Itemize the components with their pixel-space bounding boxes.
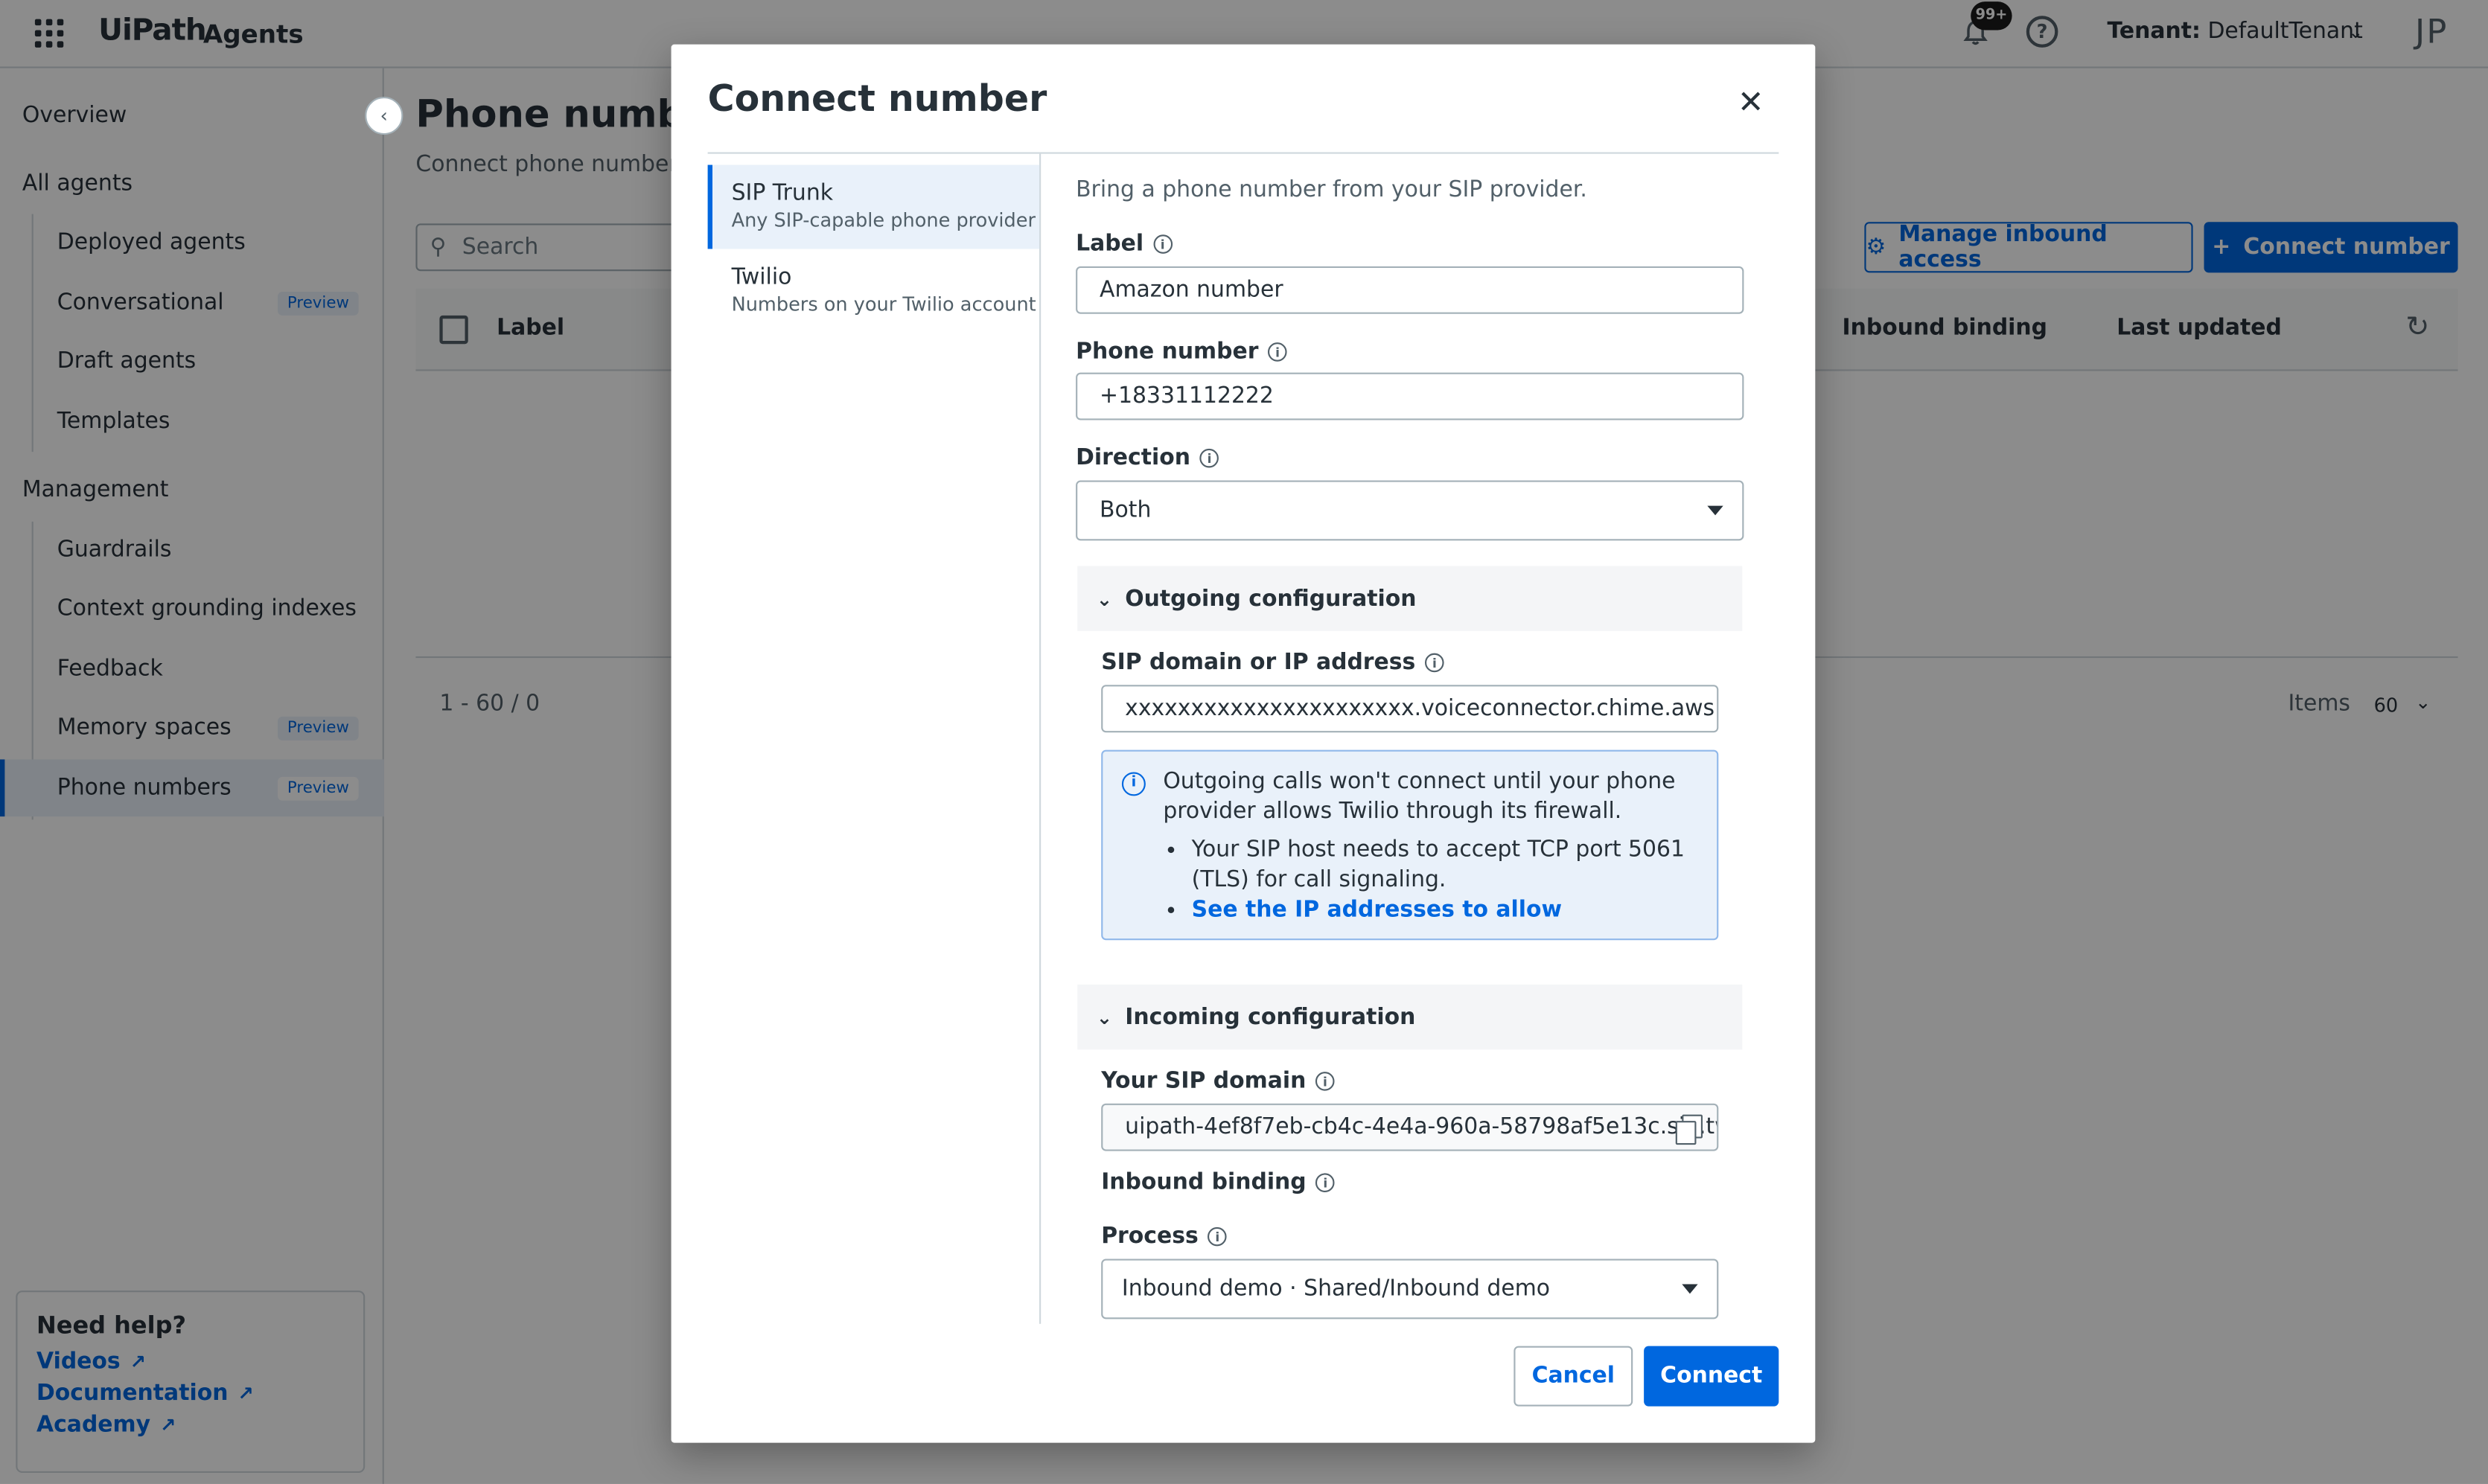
chevron-down-icon: ⌄ (1096, 1005, 1113, 1029)
app-stage: UiPath Agents 99+ ? Tenant: DefaultTenan… (0, 0, 2488, 1484)
link-label: See the IP addresses to allow (1191, 897, 1563, 923)
caret-down-icon (1682, 1284, 1698, 1294)
copy-icon[interactable] (1675, 1114, 1703, 1145)
provider-desc: Numbers on your Twilio account (731, 293, 1036, 316)
connect-number-dialog: Connect number ✕ SIP Trunk Any SIP-capab… (671, 44, 1816, 1443)
field-label-text: Phone number (1076, 339, 1259, 365)
input-value: Amazon number (1100, 277, 1283, 303)
dialog-divider (707, 152, 1779, 154)
process-label: Process i (1101, 1224, 1228, 1250)
direction-select[interactable]: Both (1076, 480, 1744, 541)
provider-name: Twilio (731, 264, 792, 290)
label-input[interactable]: Amazon number (1076, 266, 1744, 314)
info-icon: i (1121, 772, 1146, 796)
phone-number-input[interactable]: +18331112222 (1076, 372, 1744, 420)
select-value: Both (1100, 497, 1152, 523)
select-value: Inbound demo · Shared/Inbound demo (1121, 1276, 1551, 1302)
form-intro: Bring a phone number from your SIP provi… (1076, 177, 1587, 203)
field-label-text: Label (1076, 231, 1144, 258)
info-icon[interactable]: i (1315, 1072, 1335, 1091)
inbound-binding-label: Inbound binding i (1101, 1170, 1336, 1196)
provider-name: SIP Trunk (731, 180, 834, 206)
info-icon[interactable]: i (1199, 448, 1219, 468)
sip-domain-label: SIP domain or IP address i (1101, 650, 1444, 676)
your-sip-domain-field[interactable]: uipath-4ef8f7eb-cb4c-4e4a-960a-58798af5e… (1101, 1103, 1719, 1151)
outgoing-config-toggle[interactable]: ⌄ Outgoing configuration (1077, 566, 1743, 631)
info-icon[interactable]: i (1315, 1173, 1336, 1192)
callout-bullet: Your SIP host needs to accept TCP port 5… (1192, 836, 1698, 896)
section-title: Outgoing configuration (1125, 586, 1417, 612)
chevron-down-icon: ⌄ (1096, 587, 1113, 610)
direction-field-label: Direction i (1076, 446, 1219, 471)
cancel-button[interactable]: Cancel (1513, 1346, 1633, 1407)
phone-field-label: Phone number i (1076, 339, 1287, 365)
provider-sip-trunk[interactable]: SIP Trunk Any SIP-capable phone provider (707, 164, 1040, 249)
field-label-text: Inbound binding (1101, 1170, 1307, 1196)
field-label-text: Your SIP domain (1101, 1068, 1307, 1094)
dialog-title: Connect number (707, 79, 1047, 121)
callout-text: Outgoing calls won't connect until your … (1163, 769, 1676, 825)
collapse-sidebar-button[interactable]: ‹ (365, 96, 403, 135)
provider-desc: Any SIP-capable phone provider (731, 209, 1036, 232)
provider-twilio[interactable]: Twilio Numbers on your Twilio account (708, 249, 1039, 333)
info-icon[interactable]: i (1208, 1226, 1228, 1247)
your-sip-domain-label: Your SIP domain i (1101, 1069, 1335, 1094)
callout-list: Your SIP host needs to accept TCP port 5… (1163, 836, 1697, 926)
dialog-column-divider (1039, 153, 1042, 1324)
ip-addresses-link[interactable]: See the IP addresses to allow (1192, 896, 1698, 926)
connect-button[interactable]: Connect (1644, 1346, 1779, 1407)
close-icon[interactable]: ✕ (1738, 86, 1764, 118)
info-icon[interactable]: i (1425, 653, 1444, 673)
info-icon[interactable]: i (1268, 342, 1287, 362)
section-title: Incoming configuration (1125, 1004, 1416, 1030)
process-select[interactable]: Inbound demo · Shared/Inbound demo (1101, 1258, 1719, 1320)
sip-domain-input[interactable]: xxxxxxxxxxxxxxxxxxxxxx.voiceconnector.ch… (1101, 685, 1719, 733)
input-value: +18331112222 (1100, 383, 1274, 409)
field-label-text: Direction (1076, 445, 1190, 471)
field-label-text: Process (1101, 1224, 1199, 1250)
info-icon[interactable]: i (1152, 234, 1173, 254)
firewall-info-callout: i Outgoing calls won't connect until you… (1101, 749, 1719, 941)
input-value: uipath-4ef8f7eb-cb4c-4e4a-960a-58798af5e… (1125, 1114, 1719, 1140)
label-field-label: Label i (1076, 231, 1173, 258)
input-value: xxxxxxxxxxxxxxxxxxxxxx.voiceconnector.ch… (1125, 696, 1715, 722)
incoming-config-toggle[interactable]: ⌄ Incoming configuration (1077, 984, 1743, 1050)
field-label-text: SIP domain or IP address (1101, 650, 1416, 676)
caret-down-icon (1707, 505, 1723, 516)
